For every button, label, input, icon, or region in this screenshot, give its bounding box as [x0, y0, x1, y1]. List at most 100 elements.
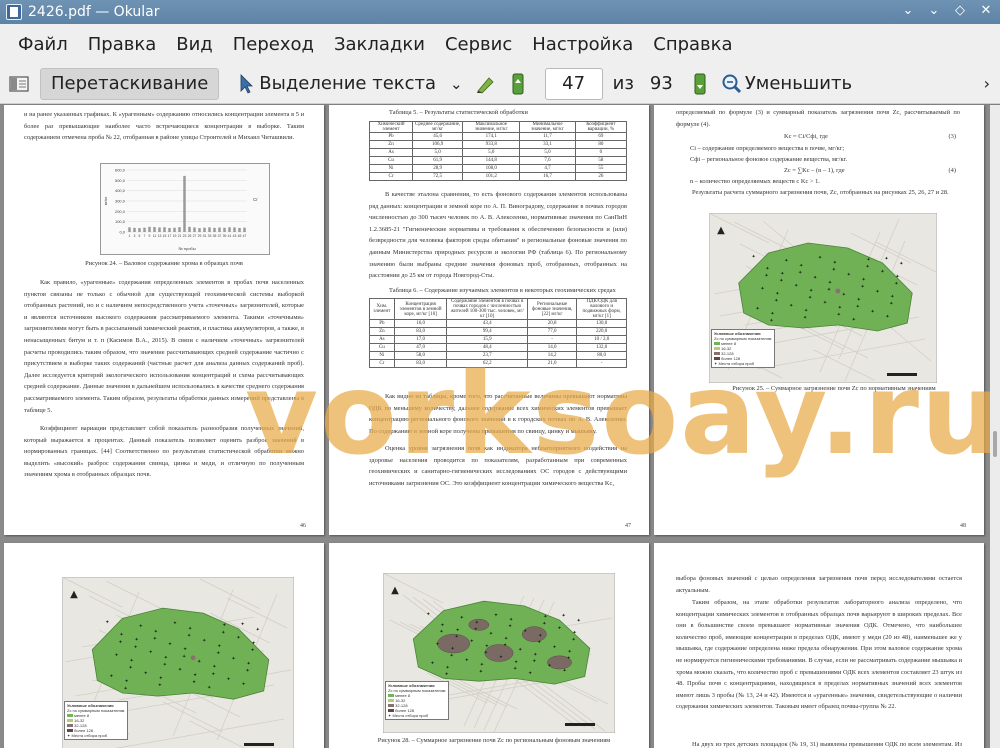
- page-number-input[interactable]: 47: [544, 67, 603, 100]
- text-select-mode-button[interactable]: Выделение текста: [259, 73, 436, 94]
- table-cell: Ni: [368, 164, 414, 173]
- sample-point-marker: ✦: [572, 637, 576, 643]
- sample-point-marker: ✦: [866, 257, 870, 263]
- sample-point-marker: ✦: [216, 651, 220, 657]
- scrollbar-thumb[interactable]: [993, 431, 997, 457]
- bar: [243, 227, 246, 232]
- sample-point-marker: ✦: [489, 631, 493, 637]
- sample-point-marker: ✦: [568, 649, 572, 655]
- sample-point-marker: ✦: [474, 626, 478, 632]
- sample-point-marker: ✦: [494, 612, 498, 618]
- sample-point-marker: ✦: [202, 638, 206, 644]
- table-cell: 15,9: [446, 335, 528, 344]
- table-cell: Zn: [368, 140, 414, 149]
- sample-point-marker: ✦: [499, 655, 503, 661]
- scale-bar: [887, 373, 917, 376]
- sample-point-marker: ✦: [543, 614, 547, 620]
- page-48: определяемый по формуле (3) и суммарный …: [654, 105, 984, 535]
- table-cell: 55: [574, 164, 628, 173]
- sample-point-marker: ✦: [538, 633, 542, 639]
- toolbar-overflow-chevron-icon[interactable]: ›: [984, 74, 990, 93]
- sample-point-marker: ✦: [566, 656, 570, 662]
- sample-point-marker: ✦: [818, 255, 822, 261]
- minimize-icon[interactable]: ⌄: [926, 3, 942, 18]
- sample-point-marker: ✦: [149, 650, 153, 656]
- x-tick-label: 39: [223, 234, 227, 238]
- sample-point-marker: ✦: [119, 632, 123, 638]
- sample-point-marker: ✦: [875, 289, 879, 295]
- bar: [148, 226, 151, 232]
- sample-point-marker: ✦: [808, 295, 812, 301]
- sample-point-marker: ✦: [852, 317, 856, 323]
- sample-point-marker: ✦: [861, 284, 865, 290]
- okular-app-icon: [6, 4, 22, 20]
- table-header-cell: Максимальное значение, мг/кг: [462, 121, 521, 133]
- table-header-cell: Содержание элементов в почвах в почвах г…: [446, 298, 528, 320]
- menu-tools[interactable]: Сервис: [435, 34, 522, 55]
- x-tick-label: 15: [163, 234, 167, 238]
- x-tick-label: 33: [208, 234, 212, 238]
- bar: [183, 175, 186, 232]
- sample-point-marker: ✦: [154, 629, 158, 635]
- x-tick-label: 19: [173, 234, 177, 238]
- menu-edit[interactable]: Правка: [78, 34, 167, 55]
- stats-table: Химический элемент Среднее содержание, мг…: [368, 121, 628, 181]
- page-of-label: из: [612, 73, 634, 94]
- bar: [158, 227, 161, 232]
- table-header-cell: ПДК/ОДК для валового и подвижных форм, м…: [576, 298, 627, 320]
- figure-caption: Рисунок 25. – Суммарное загрязнение почв…: [732, 385, 936, 392]
- menu-help[interactable]: Справка: [643, 34, 742, 55]
- page-number: 48: [960, 523, 966, 529]
- table-cell: 80: [574, 140, 628, 149]
- bar: [143, 227, 146, 232]
- sample-point-marker: ✦: [182, 654, 186, 660]
- browse-mode-button[interactable]: Перетаскивание: [40, 67, 220, 100]
- document-viewport[interactable]: и на ранее указанных графиках. К «ураген…: [0, 105, 990, 748]
- table-header-cell: Химический элемент: [368, 121, 414, 133]
- text-select-cursor-icon: [233, 71, 259, 97]
- table-cell: Cu: [368, 156, 414, 165]
- sample-point-marker: ✦: [870, 309, 874, 315]
- sample-point-marker: ✦: [503, 642, 507, 648]
- keep-above-icon[interactable]: ⌄: [900, 3, 916, 18]
- table-cell: 5,0: [462, 148, 521, 157]
- next-page-icon[interactable]: [687, 71, 713, 97]
- map-legend: Условные обозначения Zc по суммарным пок…: [711, 329, 775, 368]
- bar: [188, 226, 191, 232]
- vertical-scrollbar[interactable]: [990, 105, 1000, 748]
- sample-point-marker: ✦: [193, 672, 197, 678]
- sample-point-marker: ✦: [465, 657, 469, 663]
- table-cell: Cu: [369, 343, 395, 352]
- menu-view[interactable]: Вид: [166, 34, 223, 55]
- page-text: Коэффициент вариации представляет собой …: [24, 425, 304, 479]
- sample-point-marker: ✦: [837, 312, 841, 318]
- annotate-pen-icon[interactable]: [473, 71, 499, 97]
- maximize-icon[interactable]: ◇: [952, 3, 968, 18]
- chevron-down-icon[interactable]: ⌄: [450, 75, 463, 93]
- zoom-out-button[interactable]: Уменьшить: [745, 73, 852, 94]
- sample-point-marker: ✦: [880, 269, 884, 275]
- table-cell: 83,0: [393, 327, 448, 336]
- previous-page-icon[interactable]: [505, 71, 531, 97]
- sample-point-marker: ✦: [426, 611, 430, 617]
- sidebar-toggle-icon[interactable]: [6, 71, 32, 97]
- table-cell: 80,0: [576, 351, 627, 360]
- x-tick-label: 37: [218, 234, 222, 238]
- menu-go[interactable]: Переход: [223, 34, 324, 55]
- bar: [233, 227, 236, 232]
- table-cell: 11,7: [519, 132, 576, 141]
- map-legend: Условные обозначения Zc по суммарным пок…: [385, 681, 449, 720]
- sample-point-marker: ✦: [509, 617, 513, 623]
- table-cell: As: [368, 148, 414, 157]
- menu-bookmarks[interactable]: Закладки: [324, 34, 435, 55]
- sample-point-marker: ✦: [838, 305, 842, 311]
- sample-point-marker: ✦: [774, 298, 778, 304]
- sample-point-marker: ✦: [470, 639, 474, 645]
- page-text: n – количество определяемых веществ с Kc…: [690, 178, 820, 185]
- sample-point-marker: ✦: [439, 629, 443, 635]
- menu-settings[interactable]: Настройка: [522, 34, 643, 55]
- menu-file[interactable]: Файл: [8, 34, 78, 55]
- sample-point-marker: ✦: [775, 291, 779, 297]
- close-icon[interactable]: ✕: [978, 3, 994, 18]
- sample-point-marker: ✦: [508, 624, 512, 630]
